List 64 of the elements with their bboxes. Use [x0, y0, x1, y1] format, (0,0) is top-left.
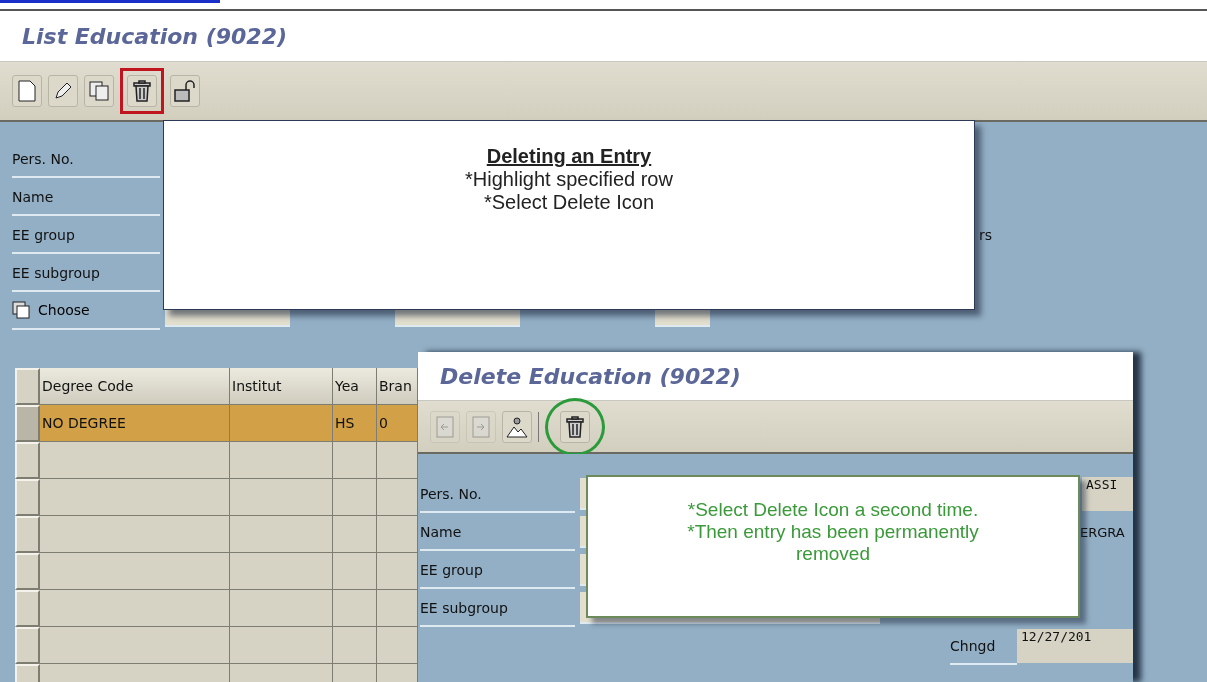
table-cell	[333, 442, 377, 479]
table-cell	[333, 627, 377, 664]
previous-page-icon	[436, 415, 454, 438]
table-cell	[377, 479, 418, 516]
callout-title: Deleting an Entry	[486, 145, 652, 168]
column-header[interactable]: Bran	[377, 368, 418, 405]
table-cell: 0	[377, 405, 418, 442]
calendar-icon	[12, 301, 30, 319]
field-label: EE subgroup	[12, 254, 160, 292]
table-cell	[377, 627, 418, 664]
column-header[interactable]: Degree Code	[40, 368, 230, 405]
table-cell	[333, 590, 377, 627]
row-selector[interactable]	[15, 627, 40, 664]
next-page-icon	[472, 415, 490, 438]
row-selector[interactable]	[15, 442, 40, 479]
table-cell: HS	[333, 405, 377, 442]
table-cell	[377, 442, 418, 479]
field-label: EE group	[12, 216, 160, 254]
edit-button[interactable]	[48, 75, 78, 107]
field-label: Pers. No.	[12, 140, 160, 178]
row-selector[interactable]	[15, 590, 40, 627]
row-selector[interactable]	[15, 405, 40, 442]
row-selector[interactable]	[15, 479, 40, 516]
select-all-button[interactable]	[15, 368, 40, 405]
lock-button[interactable]	[170, 75, 200, 107]
new-document-icon	[18, 80, 36, 102]
field-label: EE group	[420, 551, 575, 589]
table-cell: NO DEGREE	[40, 405, 230, 442]
delete-button[interactable]	[127, 75, 157, 107]
callout-text: *Highlight specified row	[465, 168, 673, 191]
field-value: ERGRA	[1080, 524, 1126, 540]
table-cell	[377, 516, 418, 553]
table-cell	[377, 590, 418, 627]
column-header[interactable]: Institut	[230, 368, 333, 405]
column-header[interactable]: Yea	[333, 368, 377, 405]
date-field[interactable]: 12/27/201	[1017, 629, 1133, 663]
landscape-icon	[506, 415, 528, 438]
choose-button[interactable]: Choose	[12, 292, 160, 330]
field-label: Pers. No.	[420, 475, 575, 513]
callout-text: *Select Delete Icon	[483, 191, 655, 214]
field-label: Name	[420, 513, 575, 551]
delete-button[interactable]	[560, 410, 590, 443]
new-button[interactable]	[12, 75, 42, 107]
unlocked-padlock-icon	[174, 80, 196, 102]
pencil-icon	[53, 81, 73, 101]
table-cell	[333, 516, 377, 553]
callout-text: *Select Delete Icon a second time.	[687, 499, 979, 521]
callout-text: *Then entry has been permanently removed	[686, 520, 980, 565]
input-field[interactable]: ASSI	[1082, 477, 1133, 511]
row-selector[interactable]	[15, 553, 40, 590]
table-cell	[333, 553, 377, 590]
trash-icon	[133, 80, 151, 102]
picture-button[interactable]	[502, 410, 532, 443]
row-selector[interactable]	[15, 516, 40, 553]
copy-button[interactable]	[84, 75, 114, 107]
field-label: EE subgroup	[420, 589, 575, 627]
window-title: List Education (9022)	[22, 23, 287, 49]
window-title: Delete Education (9022)	[440, 363, 741, 389]
table-cell	[377, 553, 418, 590]
field-label: rs	[979, 227, 993, 243]
trash-icon	[566, 415, 584, 438]
table-cell	[333, 479, 377, 516]
field-label: Name	[12, 178, 160, 216]
copy-icon	[89, 81, 109, 101]
